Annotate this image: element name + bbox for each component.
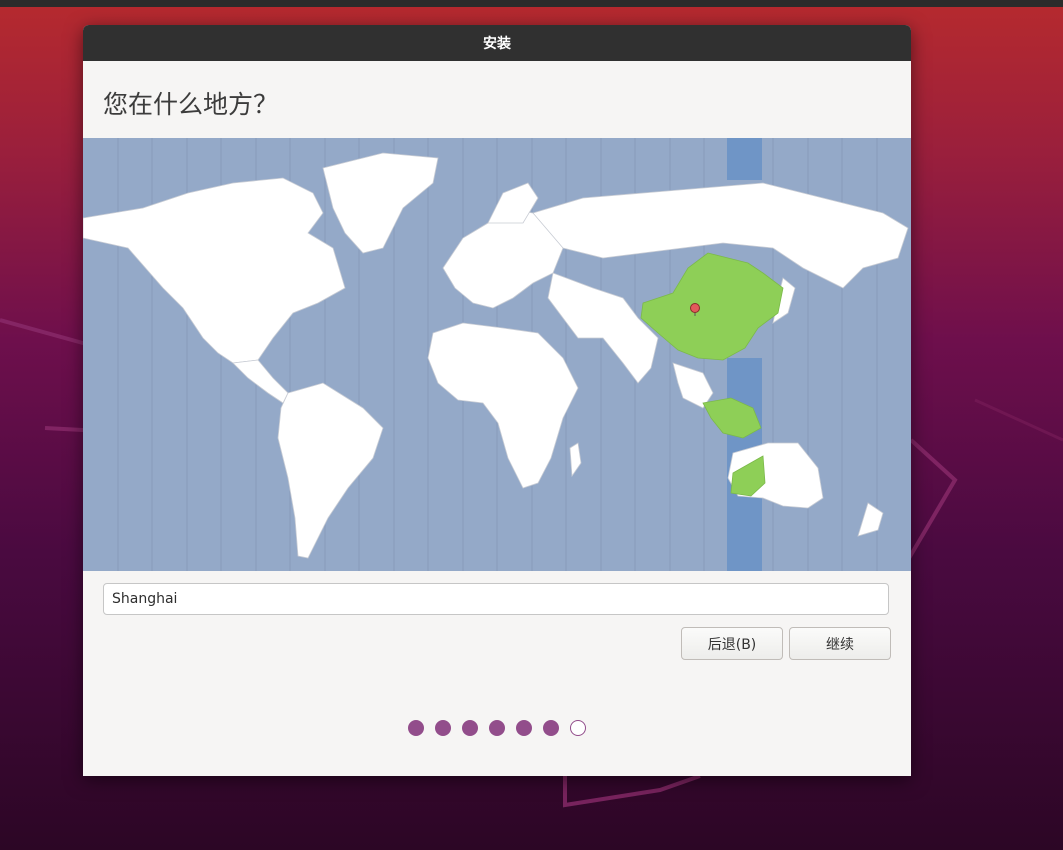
progress-dot <box>543 720 559 736</box>
window-title: 安装 <box>483 36 511 52</box>
back-button[interactable]: 后退(B) <box>681 627 783 660</box>
progress-dot <box>408 720 424 736</box>
selected-timezone-band-top <box>727 138 762 180</box>
location-input[interactable] <box>103 583 889 615</box>
progress-indicator <box>408 720 586 736</box>
window-titlebar: 安装 <box>83 25 911 61</box>
world-map[interactable] <box>83 138 911 571</box>
continue-button[interactable]: 继续 <box>789 627 891 660</box>
installer-window: 安装 您在什么地方？ Shanghai 后退(B) 继续 <box>83 25 911 776</box>
progress-dot <box>435 720 451 736</box>
progress-dot <box>489 720 505 736</box>
progress-dot <box>516 720 532 736</box>
progress-dot-current <box>570 720 586 736</box>
progress-dot <box>462 720 478 736</box>
page-heading: 您在什么地方？ <box>103 90 279 119</box>
timezone-map[interactable] <box>83 138 911 571</box>
land-masses <box>83 152 909 559</box>
